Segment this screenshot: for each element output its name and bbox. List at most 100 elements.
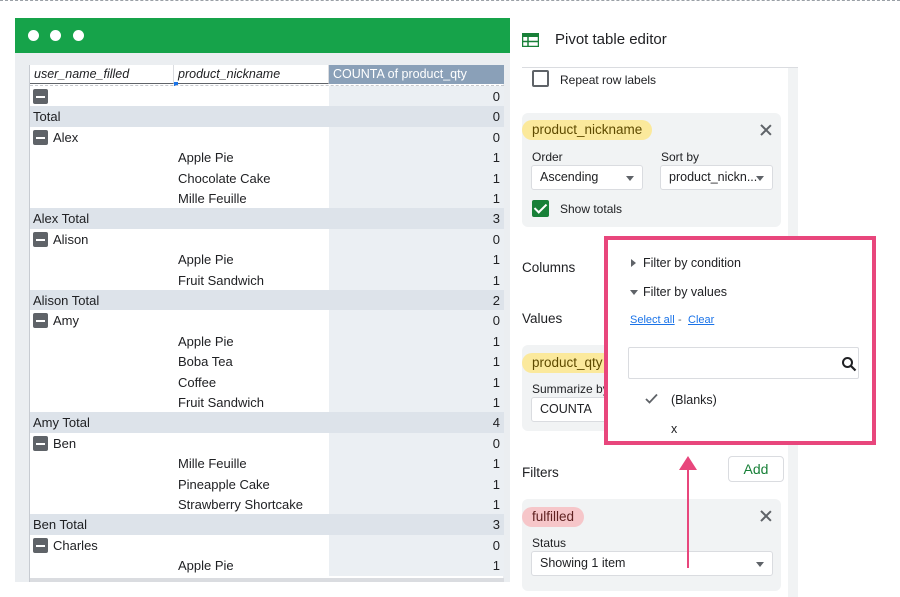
collapse-group-icon[interactable] bbox=[33, 435, 48, 451]
value-cell-background bbox=[329, 494, 504, 515]
row-label-cell[interactable]: Total bbox=[33, 109, 60, 124]
row-label-cell[interactable]: Alison Total bbox=[33, 293, 99, 308]
repeat-row-labels-checkbox[interactable] bbox=[532, 70, 549, 87]
row-label-cell[interactable]: Ben Total bbox=[33, 517, 87, 532]
count-value-cell[interactable]: 0 bbox=[493, 436, 500, 451]
remove-filter-icon[interactable] bbox=[760, 510, 772, 522]
order-select-value: Ascending bbox=[540, 170, 599, 184]
product-nickname-cell[interactable]: Apple Pie bbox=[178, 558, 234, 573]
header-counta-product-qty[interactable]: COUNTA of product_qty bbox=[329, 65, 504, 84]
count-value-cell[interactable]: 1 bbox=[493, 252, 500, 267]
product-nickname-cell[interactable]: Fruit Sandwich bbox=[178, 273, 264, 288]
count-value-cell[interactable]: 3 bbox=[493, 517, 500, 532]
count-value-cell[interactable]: 1 bbox=[493, 273, 500, 288]
add-filter-button[interactable]: Add bbox=[728, 456, 784, 482]
product-nickname-cell[interactable]: Pineapple Cake bbox=[178, 477, 270, 492]
total-row: Total 0 bbox=[30, 106, 504, 127]
collapse-group-icon[interactable] bbox=[33, 537, 48, 553]
value-cell-background bbox=[329, 269, 504, 290]
count-value-cell[interactable]: 0 bbox=[493, 130, 500, 145]
collapse-group-icon[interactable] bbox=[33, 129, 48, 145]
filter-search-input[interactable] bbox=[633, 352, 828, 374]
product-nickname-cell[interactable]: Strawberry Shortcake bbox=[178, 497, 303, 512]
show-totals-checkbox[interactable] bbox=[532, 200, 549, 217]
filter-value-x[interactable]: x bbox=[671, 422, 677, 436]
header-user-name-filled[interactable]: user_name_filled bbox=[30, 65, 174, 84]
filter-status-select[interactable]: Showing 1 item bbox=[531, 551, 773, 576]
search-icon[interactable] bbox=[841, 356, 857, 372]
collapse-group-icon[interactable] bbox=[33, 231, 48, 247]
value-cell-background bbox=[329, 167, 504, 188]
collapse-group-icon[interactable] bbox=[33, 89, 48, 104]
sort-by-select[interactable]: product_nickn... bbox=[660, 165, 773, 190]
horizontal-scrollbar[interactable] bbox=[30, 578, 504, 582]
product-nickname-cell[interactable]: Boba Tea bbox=[178, 354, 233, 369]
product-nickname-cell[interactable]: Apple Pie bbox=[178, 334, 234, 349]
value-cell-background bbox=[329, 249, 504, 270]
table-row: Mille Feuille 1 bbox=[30, 453, 504, 474]
product-nickname-cell[interactable]: Apple Pie bbox=[178, 150, 234, 165]
product-nickname-cell[interactable]: Mille Feuille bbox=[178, 191, 247, 206]
row-group-label: Amy bbox=[53, 313, 79, 329]
row-label-cell[interactable]: Amy Total bbox=[33, 415, 90, 430]
product-nickname-cell[interactable]: Mille Feuille bbox=[178, 456, 247, 471]
total-row: Alison Total 2 bbox=[30, 290, 504, 311]
product-nickname-cell[interactable]: Coffee bbox=[178, 375, 216, 390]
expand-right-icon[interactable] bbox=[631, 259, 636, 267]
count-value-cell[interactable]: 1 bbox=[493, 477, 500, 492]
count-value-cell[interactable]: 1 bbox=[493, 375, 500, 390]
value-cell-background bbox=[329, 310, 504, 331]
top-dashed-border bbox=[0, 0, 900, 1]
product-qty-chip: product_qty bbox=[522, 353, 613, 373]
filter-values-search bbox=[628, 347, 859, 379]
collapse-down-icon[interactable] bbox=[630, 290, 638, 295]
count-value-cell[interactable]: 2 bbox=[493, 293, 500, 308]
count-value-cell[interactable]: 0 bbox=[493, 109, 500, 124]
count-value-cell[interactable]: 3 bbox=[493, 211, 500, 226]
filter-by-values[interactable]: Filter by values bbox=[643, 285, 727, 299]
window-close-dot[interactable] bbox=[28, 30, 39, 41]
row-label-cell[interactable]: Alex Total bbox=[33, 211, 89, 226]
table-row: Mille Feuille 1 bbox=[30, 188, 504, 209]
table-row: Fruit Sandwich 1 bbox=[30, 269, 504, 290]
header-product-nickname[interactable]: product_nickname bbox=[174, 65, 329, 84]
group-row: Ben 0 bbox=[30, 432, 504, 454]
select-all-link[interactable]: Select all bbox=[630, 314, 675, 327]
count-value-cell[interactable]: 1 bbox=[493, 334, 500, 349]
table-row: Pineapple Cake 1 bbox=[30, 473, 504, 494]
count-value-cell[interactable]: 1 bbox=[493, 456, 500, 471]
window-minimize-dot[interactable] bbox=[50, 30, 61, 41]
order-select[interactable]: Ascending bbox=[531, 165, 643, 190]
count-value-cell[interactable]: 1 bbox=[493, 354, 500, 369]
value-cell-background bbox=[329, 188, 504, 209]
filter-by-condition[interactable]: Filter by condition bbox=[643, 256, 741, 270]
table-row: Apple Pie 1 bbox=[30, 249, 504, 270]
total-row: Ben Total 3 bbox=[30, 514, 504, 535]
count-value-cell[interactable]: 1 bbox=[493, 191, 500, 206]
window-maximize-dot[interactable] bbox=[73, 30, 84, 41]
annotation-arrow bbox=[679, 456, 697, 568]
clear-link[interactable]: Clear bbox=[688, 314, 714, 327]
count-value-cell[interactable]: 1 bbox=[493, 558, 500, 573]
count-value-cell[interactable]: 0 bbox=[493, 232, 500, 247]
product-nickname-cell[interactable]: Fruit Sandwich bbox=[178, 395, 264, 410]
count-value-cell[interactable]: 1 bbox=[493, 150, 500, 165]
count-value-cell[interactable]: 0 bbox=[493, 538, 500, 553]
group-row: Alex 0 bbox=[30, 126, 504, 148]
count-value-cell[interactable]: 1 bbox=[493, 395, 500, 410]
count-value-cell[interactable]: 1 bbox=[493, 171, 500, 186]
count-value-cell[interactable]: 4 bbox=[493, 415, 500, 430]
product-nickname-cell[interactable]: Apple Pie bbox=[178, 252, 234, 267]
count-value-cell[interactable]: 0 bbox=[493, 313, 500, 328]
collapse-group-icon[interactable] bbox=[33, 313, 48, 329]
product-nickname-cell[interactable]: Chocolate Cake bbox=[178, 171, 271, 186]
filter-value-blanks[interactable]: (Blanks) bbox=[671, 393, 717, 407]
remove-row-field-icon[interactable] bbox=[760, 124, 772, 136]
count-value-cell[interactable]: 1 bbox=[493, 497, 500, 512]
checkmark-icon bbox=[645, 393, 658, 404]
table-row: Apple Pie 1 bbox=[30, 330, 504, 352]
value-cell-background bbox=[329, 534, 504, 556]
count-value-cell[interactable]: 0 bbox=[493, 89, 500, 104]
values-section-label: Values bbox=[522, 311, 563, 326]
group-row: Charles 0 bbox=[30, 534, 504, 556]
